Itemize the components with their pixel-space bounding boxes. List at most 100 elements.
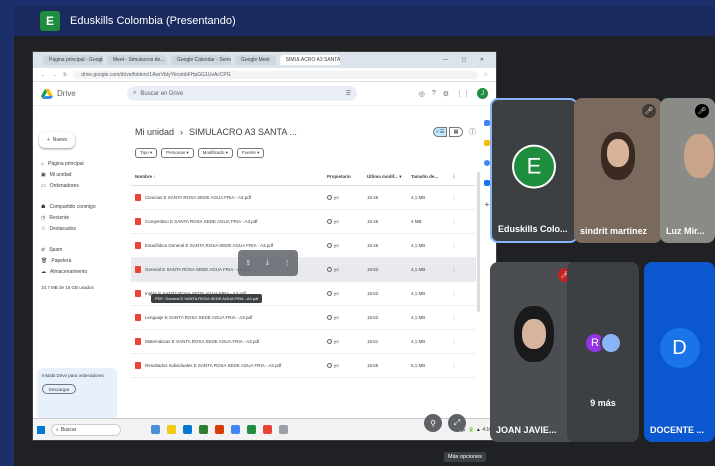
share-icon[interactable]: ⇪ <box>245 259 251 267</box>
storage-icon: ☁ <box>41 269 46 275</box>
browser-tab[interactable]: Google Calendar - Semana... <box>171 55 231 65</box>
browser-tab-active[interactable]: SIMULACRO A3 SANTA ROSA... <box>279 55 340 65</box>
row-more-icon[interactable]: ⋮ <box>447 339 461 345</box>
file-row[interactable]: Competitivo E SANTA ROSA SEDE AGUA FRIA … <box>131 210 476 234</box>
excel-icon[interactable] <box>199 425 208 434</box>
edge-icon[interactable] <box>183 425 192 434</box>
reload-icon[interactable]: ↻ <box>63 72 67 78</box>
back-icon[interactable]: ← <box>41 72 46 78</box>
grid-view-icon[interactable]: ▦ <box>449 127 463 137</box>
person-icon <box>327 243 332 248</box>
powerpoint-icon[interactable] <box>215 425 224 434</box>
file-row[interactable]: Lenguaje E SANTA ROSA SEDE AGUA FRIA - A… <box>131 306 476 330</box>
expand-icon[interactable]: ⤢ <box>448 414 466 432</box>
file-size: 4,1 MB <box>411 291 426 296</box>
participant-name: DOCENTE ... <box>650 425 705 435</box>
starred-icon: ☆ <box>41 226 46 232</box>
row-more-icon[interactable]: ⋮ <box>447 291 461 297</box>
column-date[interactable]: Última modif... ▾ <box>367 174 411 180</box>
download-icon[interactable]: ⤓ <box>266 259 269 267</box>
drive-main: Mi unidad › SIMULACRO A3 SANTA ... ✓☰ ▦ … <box>131 120 476 440</box>
computers-icon: ▭ <box>41 183 46 189</box>
nav-item-my-drive[interactable]: ▣ Mi unidad <box>33 170 131 180</box>
chrome-icon[interactable] <box>231 425 240 434</box>
more-icon[interactable]: ⋮ <box>284 259 291 267</box>
participant-name: sindrit martinez <box>580 226 648 236</box>
nav-item-storage[interactable]: ☁ Almacenamiento <box>33 267 131 277</box>
status-icon[interactable]: ◎ <box>419 90 425 98</box>
filter-modified[interactable]: Modificado ▾ <box>197 148 233 158</box>
nav-item-trash[interactable]: 🗑 Papelera <box>33 256 131 266</box>
taskbar-search[interactable]: ⌕ Buscar <box>51 423 121 436</box>
browser-tabbar: Pagina principal - Google C... Meet - Si… <box>33 52 496 68</box>
row-more-icon[interactable]: ⋮ <box>447 243 461 249</box>
column-name[interactable]: Nombre ↑ <box>131 174 327 179</box>
pin-icon[interactable]: ⚲ <box>424 414 442 432</box>
search-icon: ⌕ <box>56 426 59 433</box>
help-icon[interactable]: ? <box>432 90 436 97</box>
filter-icon[interactable]: ☰ <box>346 90 351 97</box>
add-icon[interactable]: + <box>485 200 490 209</box>
file-explorer-icon[interactable] <box>167 425 176 434</box>
browser-tab[interactable]: Meet - Simulacros de... <box>107 55 167 65</box>
file-row[interactable]: General E SANTA ROSA SEDE AGUA FRIA - A3… <box>131 258 476 282</box>
nav-item-shared[interactable]: ☗ Compartido conmigo <box>33 202 131 212</box>
browser-tab[interactable]: Pagina principal - Google C... <box>43 55 103 65</box>
row-more-icon[interactable]: ⋮ <box>447 195 461 201</box>
column-more-icon[interactable]: ⋮ <box>447 174 461 180</box>
file-row[interactable]: Ciencias E SANTA ROSA SEDE AGUA FRIA - A… <box>131 186 476 210</box>
file-row[interactable]: Resultados Individuales E SANTA ROSA SED… <box>131 354 476 378</box>
row-more-icon[interactable]: ⋮ <box>447 219 461 225</box>
meet-icon[interactable] <box>247 425 256 434</box>
person-icon <box>327 339 332 344</box>
participant-tile-joan[interactable]: 🎤︎ JOAN JAVIE... <box>490 262 578 442</box>
file-name-cell: Competitivo E SANTA ROSA SEDE AGUA FRIA … <box>131 218 327 225</box>
filter-source[interactable]: Fuente ▾ <box>236 148 265 158</box>
breadcrumb-current[interactable]: SIMULACRO A3 SANTA ... <box>189 127 297 137</box>
nav-item-computers[interactable]: ▭ Ordenadores <box>33 181 131 191</box>
home-icon: ⌂ <box>41 161 45 167</box>
column-owner: Propietario <box>327 174 351 179</box>
file-list-header: Nombre ↑ Propietario Última modif... ▾ T… <box>131 168 476 186</box>
more-participants-tile[interactable]: R 9 más <box>567 262 639 442</box>
file-row[interactable]: Matemáticas E SANTA ROSA SEDE AGUA FRIA … <box>131 330 476 354</box>
file-date: 15:52 <box>367 315 379 320</box>
row-more-icon[interactable]: ⋮ <box>447 267 461 273</box>
info-icon[interactable]: ⓘ <box>469 127 476 137</box>
url-field[interactable]: drive.google.com/drive/folders/1AwrVbtyY… <box>73 70 478 79</box>
person-icon <box>327 195 332 200</box>
nav-item-starred[interactable]: ☆ Destacados <box>33 224 131 234</box>
account-avatar[interactable]: J <box>477 88 488 99</box>
window-controls[interactable]: — ▢ ✕ <box>443 57 490 63</box>
filter-type[interactable]: Tipo ▾ <box>135 148 158 158</box>
apps-icon[interactable]: ⋮⋮ <box>456 90 470 98</box>
filter-people[interactable]: Personas ▾ <box>161 148 194 158</box>
acrobat-icon[interactable] <box>263 425 272 434</box>
participant-tile-luz[interactable]: 🎤︎ Luz Mir... <box>660 98 715 243</box>
windows-start-icon[interactable] <box>37 425 45 434</box>
nav-item-home[interactable]: ⌂ Página principal <box>33 159 131 169</box>
participant-tile-sindrit[interactable]: 🎤︎ sindrit martinez <box>574 98 662 243</box>
row-more-icon[interactable]: ⋮ <box>447 315 461 321</box>
bookmark-icon[interactable]: ☆ <box>484 72 488 78</box>
file-row[interactable]: Estadística General E SANTA ROSA SEDE AG… <box>131 234 476 258</box>
drive-sidebar: + Nuevo ⌂ Página principal ▣ Mi unidad ▭ Or… <box>33 120 131 440</box>
breadcrumb-root[interactable]: Mi unidad <box>135 127 174 137</box>
participant-tile-eduskills[interactable]: E Eduskills Colo... <box>490 98 578 243</box>
participant-tile-docente[interactable]: D DOCENTE ... <box>644 262 715 442</box>
drive-search-input[interactable]: ⌕ Buscar en Drive ☰ <box>127 86 357 101</box>
new-button[interactable]: + Nuevo <box>39 132 75 148</box>
app-icon[interactable] <box>279 425 288 434</box>
settings-icon[interactable]: ⚙ <box>443 90 449 98</box>
taskview-icon[interactable] <box>151 425 160 434</box>
list-view-icon[interactable]: ✓☰ <box>433 127 447 137</box>
file-date: 15:51 <box>367 339 379 344</box>
more-options-tooltip: Más opciones <box>444 452 486 462</box>
row-more-icon[interactable]: ⋮ <box>447 363 461 369</box>
file-owner: yo <box>327 363 367 368</box>
nav-item-recent[interactable]: ◷ Reciente <box>33 213 131 223</box>
nav-item-spam[interactable]: ⊘ Spam <box>33 245 131 255</box>
download-button[interactable]: Descargar <box>42 384 76 394</box>
browser-tab[interactable]: Google Meet <box>235 55 276 65</box>
forward-icon[interactable]: → <box>52 72 57 78</box>
